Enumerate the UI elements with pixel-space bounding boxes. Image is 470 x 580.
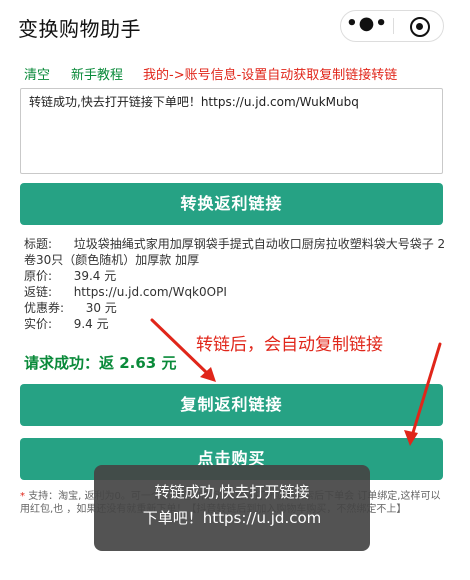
clear-link[interactable]: 清空 <box>24 64 50 83</box>
annotation-text: 转链后，会自动复制链接 <box>196 335 383 355</box>
price-value: 39.4 元 <box>73 269 117 283</box>
coupon-value: 30 元 <box>85 301 117 315</box>
toast-line-2: 下单吧！https://u.jd.com <box>142 509 322 527</box>
nav-bar: 变换购物助手 •●• <box>0 0 470 52</box>
paid-value: 9.4 元 <box>73 317 109 331</box>
more-dots-icon[interactable]: •●• <box>341 11 393 41</box>
title-label: 标题: <box>24 237 53 251</box>
link-row: 返链: https://u.jd.com/Wqk0OPI <box>24 284 448 300</box>
price-label: 原价: <box>24 269 53 283</box>
tutorial-link[interactable]: 新手教程 <box>71 64 123 83</box>
toast-message: 转链成功,快去打开链接 下单吧！https://u.jd.com <box>94 465 370 551</box>
menu-capsule: •●• <box>340 10 444 42</box>
target-close-icon[interactable] <box>410 17 430 37</box>
title-value: 垃圾袋抽绳式家用加厚钢袋手提式自动收口厨房拉收塑料袋大号袋子 2卷30只（颜色随… <box>24 237 446 267</box>
link-input[interactable]: 转链成功,快去打开链接下单吧！https://u.jd.com/WukMubq <box>20 88 443 174</box>
rebate-link[interactable]: https://u.jd.com/Wqk0OPI <box>74 285 227 299</box>
arrowhead-copy-icon <box>200 367 216 382</box>
quick-links: 清空 新手教程 我的->账号信息-设置自动获取复制链接转链 <box>24 64 454 84</box>
page-title: 变换购物助手 <box>18 17 141 41</box>
coupon-label: 优惠券: <box>24 301 65 315</box>
price-row: 原价: 39.4 元 <box>24 268 448 284</box>
link-label: 返链: <box>24 285 53 299</box>
coupon-row: 优惠券: 30 元 <box>24 300 448 316</box>
success-message: 请求成功：返 2.63 元 <box>24 354 177 372</box>
account-settings-link[interactable]: 我的->账号信息-设置自动获取复制链接转链 <box>143 64 397 83</box>
capsule-divider <box>393 18 394 34</box>
result-panel: 标题: 垃圾袋抽绳式家用加厚钢袋手提式自动收口厨房拉收塑料袋大号袋子 2卷30只… <box>24 236 448 332</box>
convert-button[interactable]: 转换返利链接 <box>20 183 443 225</box>
toast-line-1: 转链成功,快去打开链接 <box>154 483 310 501</box>
copy-button[interactable]: 复制返利链接 <box>20 384 443 426</box>
paid-label: 实价: <box>24 317 53 331</box>
notes-star: * <box>20 491 25 502</box>
title-row: 标题: 垃圾袋抽绳式家用加厚钢袋手提式自动收口厨房拉收塑料袋大号袋子 2卷30只… <box>24 236 448 268</box>
